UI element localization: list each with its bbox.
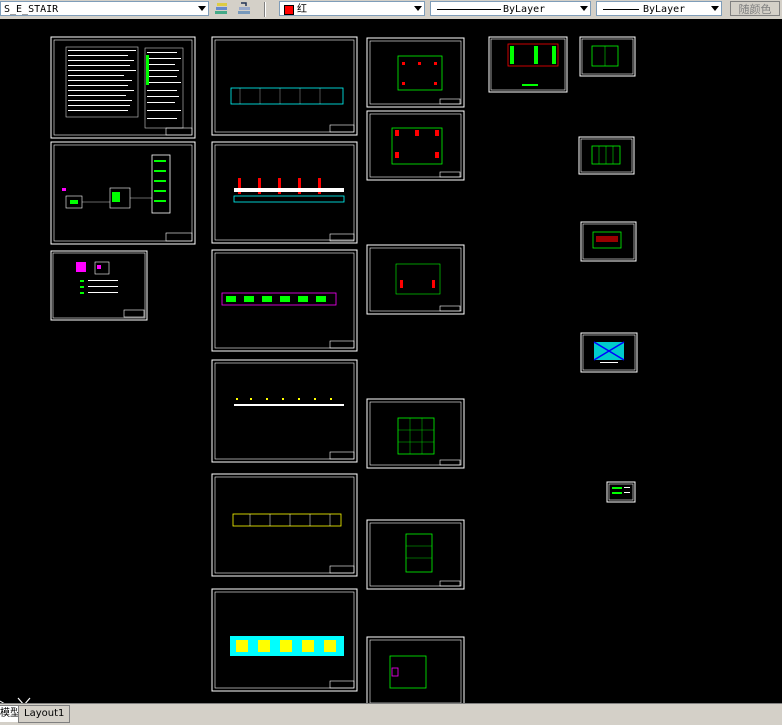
drawing-sheet — [211, 141, 358, 244]
chevron-down-icon — [580, 6, 588, 11]
drawing-sheet — [211, 359, 358, 463]
lineweight-value: ByLayer — [643, 4, 686, 15]
chevron-down-icon — [711, 6, 719, 11]
drawing-sheet — [50, 36, 196, 139]
drawing-sheet — [50, 250, 148, 321]
layout-tabs-bar: 模型 Layout1 — [0, 703, 782, 725]
lineweight-preview — [603, 9, 639, 10]
layer-previous-icon[interactable] — [236, 1, 252, 17]
drawing-sheet — [366, 110, 465, 181]
plot-style-dropdown[interactable]: 随颜色 — [730, 1, 780, 16]
drawing-sheet — [211, 249, 358, 352]
chevron-down-icon — [198, 6, 206, 11]
drawing-sheet — [50, 141, 196, 245]
drawing-sheet — [580, 221, 637, 262]
drawing-sheet — [488, 36, 568, 93]
color-dropdown[interactable]: 红 — [279, 1, 425, 16]
layer-dropdown[interactable]: S_E_STAIR — [0, 1, 209, 16]
drawing-sheet — [211, 588, 358, 692]
toolbar-separator — [264, 2, 266, 17]
drawing-sheet — [580, 332, 638, 373]
drawing-sheet — [578, 136, 635, 175]
layer-value: S_E_STAIR — [4, 4, 59, 15]
properties-toolbar: S_E_STAIR 红 ByLayer ByLayer 随颜色 — [0, 0, 782, 20]
tab-layout1[interactable]: Layout1 — [18, 705, 71, 723]
linetype-dropdown[interactable]: ByLayer — [430, 1, 591, 16]
linetype-value: ByLayer — [503, 4, 546, 15]
drawing-sheet — [366, 37, 465, 108]
lineweight-dropdown[interactable]: ByLayer — [596, 1, 722, 16]
drawing-sheet — [366, 519, 465, 590]
layer-manager-icon[interactable] — [213, 1, 229, 17]
linetype-preview — [437, 9, 501, 10]
chevron-down-icon — [414, 6, 422, 11]
color-swatch — [284, 5, 294, 15]
drawing-sheet — [579, 36, 636, 77]
drawing-sheet — [606, 481, 636, 503]
drawing-sheet — [211, 36, 358, 136]
color-value: 红 — [297, 4, 307, 15]
model-space-canvas[interactable] — [0, 19, 782, 713]
drawing-sheet — [366, 636, 465, 703]
drawing-sheet — [366, 398, 465, 469]
drawing-area — [50, 36, 638, 703]
drawing-sheet — [211, 473, 358, 577]
drawing-sheet — [366, 244, 465, 315]
